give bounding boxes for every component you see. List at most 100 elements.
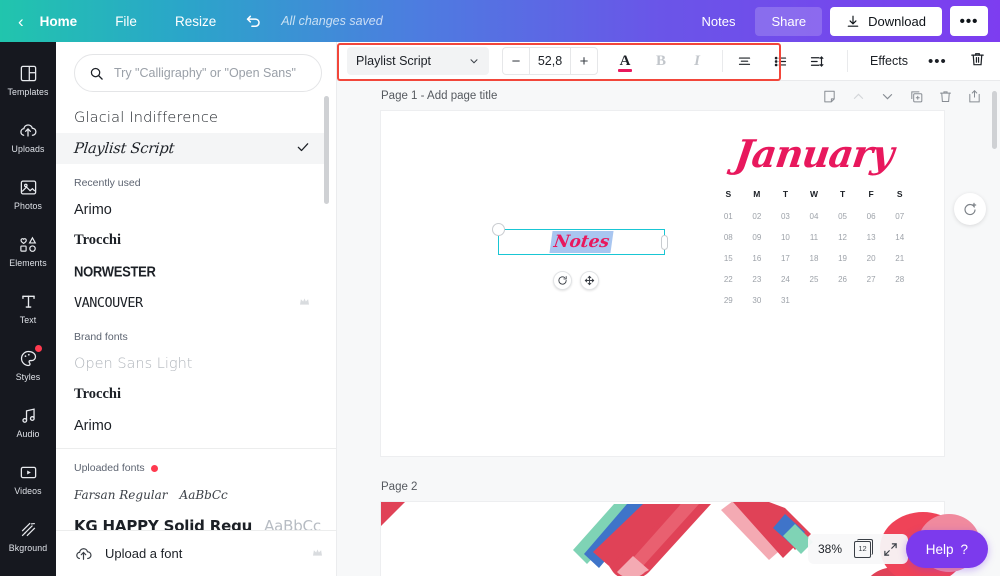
- font-name: Glacial Indifference: [74, 109, 219, 126]
- sidebar-item-text[interactable]: Text: [0, 280, 56, 337]
- current-color-swatch: [618, 69, 632, 72]
- divider: [847, 50, 848, 72]
- font-item-norwester[interactable]: NORWESTER: [56, 256, 324, 287]
- notes-text[interactable]: Notes: [549, 231, 614, 253]
- bullet-list-icon: [772, 54, 789, 69]
- font-search-box[interactable]: [74, 54, 322, 92]
- font-name: Playlist Script: [73, 140, 175, 157]
- font-item-trocchi-recent[interactable]: Trocchi: [56, 225, 324, 256]
- font-item-playlist-script[interactable]: Playlist Script: [56, 133, 324, 164]
- search-input[interactable]: [114, 66, 307, 80]
- font-item-arimo-brand[interactable]: Arimo: [56, 410, 324, 441]
- font-size-input[interactable]: 52,8: [529, 48, 571, 74]
- font-name: VANCOUVER: [74, 294, 143, 311]
- font-item-vancouver[interactable]: VANCOUVER: [56, 287, 324, 318]
- sidebar-item-uploads[interactable]: Uploads: [0, 109, 56, 166]
- calendar-day: 24: [780, 274, 790, 284]
- font-name: Trocchi: [74, 386, 121, 402]
- bullet-list-button[interactable]: [765, 46, 795, 76]
- sidebar-item-videos[interactable]: Videos: [0, 451, 56, 508]
- rotate-icon[interactable]: [553, 271, 572, 290]
- sidebar-item-templates[interactable]: Templates: [0, 52, 56, 109]
- duplicate-icon[interactable]: [909, 89, 924, 104]
- page-grid-icon[interactable]: 12: [854, 538, 873, 558]
- font-family-dropdown[interactable]: Playlist Script: [347, 47, 489, 75]
- upload-a-font-button[interactable]: Upload a font: [56, 530, 336, 576]
- sidebar-item-photos[interactable]: Photos: [0, 166, 56, 223]
- font-item-trocchi-brand[interactable]: Trocchi: [56, 379, 324, 410]
- page-2-title[interactable]: Page 2: [381, 481, 417, 493]
- effects-button[interactable]: Effects: [862, 48, 916, 74]
- chevron-down-icon[interactable]: [880, 89, 895, 104]
- text-color-button[interactable]: A: [610, 46, 640, 76]
- font-panel-scrollbar[interactable]: [324, 96, 329, 204]
- help-button[interactable]: Help ?: [905, 530, 988, 568]
- chevron-down-icon: [468, 55, 480, 67]
- chevron-up-icon[interactable]: [851, 89, 866, 104]
- zoom-level-value[interactable]: 38%: [818, 542, 842, 556]
- upload-font-label: Upload a font: [105, 546, 183, 561]
- element-controls: [553, 271, 599, 290]
- left-tool-rail: Templates Uploads Photos Elements Text S…: [0, 42, 56, 576]
- font-size-stepper[interactable]: − 52,8 +: [502, 47, 598, 75]
- nav-home[interactable]: Home: [30, 8, 88, 35]
- font-list[interactable]: Glacial Indifference Playlist Script Rec…: [56, 102, 336, 572]
- share-button[interactable]: Share: [755, 6, 823, 36]
- sidebar-item-background[interactable]: Bkground: [0, 508, 56, 565]
- trash-icon[interactable]: [938, 89, 953, 104]
- regenerate-button[interactable]: [954, 193, 986, 225]
- font-item-open-sans-light[interactable]: Open Sans Light: [56, 348, 324, 379]
- calendar-day: 09: [752, 232, 762, 242]
- text-toolbar: Playlist Script − 52,8 + A B I Effects •…: [337, 42, 1000, 81]
- canva-editor-window: ‹ Home File Resize All changes saved Not…: [0, 0, 1000, 576]
- back-chevron-icon[interactable]: ‹: [18, 13, 24, 30]
- dow-sat: S: [896, 188, 903, 199]
- move-icon[interactable]: [580, 271, 599, 290]
- sidebar-item-elements[interactable]: Elements: [0, 223, 56, 280]
- calendar-day: 23: [752, 274, 762, 284]
- calendar-day: 01: [723, 211, 733, 221]
- calendar-day: 25: [809, 274, 819, 284]
- undo-icon[interactable]: [244, 10, 263, 32]
- calendar-day: 04: [809, 211, 819, 221]
- dow-tue: T: [782, 188, 789, 199]
- group-label: Uploaded fonts: [74, 462, 145, 474]
- notes-button[interactable]: Notes: [690, 7, 748, 36]
- top-more-button[interactable]: •••: [950, 6, 988, 36]
- toolbar-more-button[interactable]: •••: [928, 53, 947, 70]
- crown-icon: [299, 297, 310, 309]
- dow-fri: F: [868, 188, 874, 199]
- font-size-decrease-button[interactable]: −: [503, 48, 529, 74]
- page-1-canvas[interactable]: Notes January S M T W T F S 01 02 03 04 …: [381, 111, 944, 456]
- video-icon: [19, 463, 38, 482]
- calendar-day: 05: [838, 211, 848, 221]
- expand-icon[interactable]: [883, 542, 898, 557]
- page-1-header: Page 1 - Add page title: [337, 81, 1000, 111]
- canvas-scroll-area[interactable]: Page 1 - Add page title Notes January S …: [337, 81, 1000, 576]
- page-1-title[interactable]: Page 1 - Add page title: [381, 90, 497, 102]
- note-icon[interactable]: [822, 89, 837, 104]
- sidebar-label-audio: Audio: [16, 429, 40, 439]
- canvas-scrollbar[interactable]: [992, 91, 997, 149]
- download-button[interactable]: Download: [830, 6, 942, 36]
- nav-resize[interactable]: Resize: [165, 8, 226, 35]
- font-family-value: Playlist Script: [356, 54, 432, 68]
- upload-cloud-icon: [18, 121, 38, 140]
- nav-file[interactable]: File: [105, 8, 147, 35]
- line-spacing-button[interactable]: [801, 46, 831, 76]
- rotate-add-icon: [962, 201, 978, 217]
- add-page-icon[interactable]: [967, 89, 982, 104]
- sidebar-item-styles[interactable]: Styles: [0, 337, 56, 394]
- bold-button[interactable]: B: [646, 46, 676, 76]
- font-item-glacial-indifference[interactable]: Glacial Indifference: [56, 102, 324, 133]
- delete-element-button[interactable]: [969, 50, 986, 73]
- italic-button[interactable]: I: [682, 46, 712, 76]
- sidebar-label-videos: Videos: [14, 486, 42, 496]
- notes-textbox-selection[interactable]: Notes: [492, 223, 668, 255]
- font-size-increase-button[interactable]: +: [571, 48, 597, 74]
- font-item-arimo-recent[interactable]: Arimo: [56, 194, 324, 225]
- text-align-button[interactable]: [729, 46, 759, 76]
- calendar-day: 10: [780, 232, 790, 242]
- sidebar-item-audio[interactable]: Audio: [0, 394, 56, 451]
- font-item-farsan-regular[interactable]: Farsan Regular AaBbCc: [56, 479, 324, 510]
